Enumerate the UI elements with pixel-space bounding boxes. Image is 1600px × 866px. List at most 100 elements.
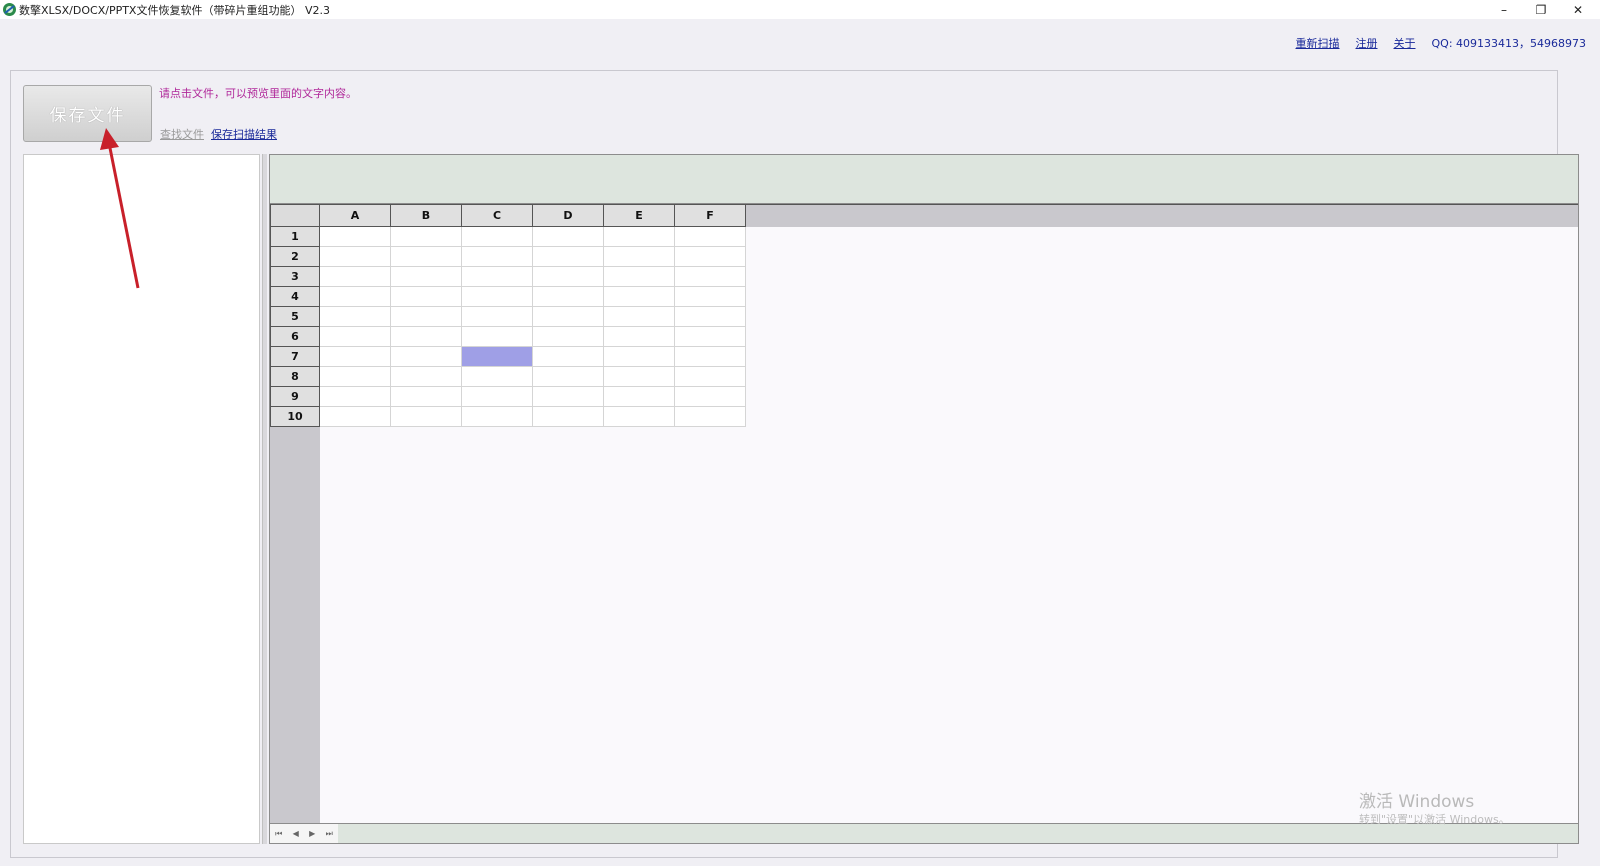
grid-cell-d5[interactable] (533, 307, 604, 327)
rescan-link[interactable]: 重新扫描 (1296, 35, 1340, 51)
grid-cell-a6[interactable] (320, 327, 391, 347)
activation-watermark-subtitle: 转到"设置"以激活 Windows。 (1359, 813, 1510, 826)
window-title: 数擎XLSX/DOCX/PPTX文件恢复软件（带碎片重组功能） V2.3 (19, 4, 330, 17)
grid-cell-b7[interactable] (391, 347, 462, 367)
hint-text: 请点击文件，可以预览里面的文字内容。 (159, 87, 357, 100)
grid-cell-c6[interactable] (462, 327, 533, 347)
grid-cell-b4[interactable] (391, 287, 462, 307)
grid-cell-a8[interactable] (320, 367, 391, 387)
grid-cell-e5[interactable] (604, 307, 675, 327)
grid-cell-d4[interactable] (533, 287, 604, 307)
app-icon (3, 3, 16, 16)
grid-cell-a2[interactable] (320, 247, 391, 267)
last-sheet-icon[interactable]: ⏭ (326, 829, 333, 839)
grid-cell-a5[interactable] (320, 307, 391, 327)
grid-cell-e1[interactable] (604, 227, 675, 247)
grid-cell-e2[interactable] (604, 247, 675, 267)
row-header-3[interactable]: 3 (270, 267, 320, 287)
grid-cell-b6[interactable] (391, 327, 462, 347)
preview-header (269, 154, 1579, 204)
prev-sheet-icon[interactable]: ◀ (293, 829, 299, 838)
grid-cell-c8[interactable] (462, 367, 533, 387)
row-header-4[interactable]: 4 (270, 287, 320, 307)
column-header-b[interactable]: B (391, 204, 462, 227)
row-header-5[interactable]: 5 (270, 307, 320, 327)
grid-cell-c4[interactable] (462, 287, 533, 307)
grid-cell-b5[interactable] (391, 307, 462, 327)
top-links: 重新扫描 注册 关于 QQ: 409133413，54968973 (1296, 35, 1587, 51)
grid-corner[interactable] (270, 204, 320, 227)
first-sheet-icon[interactable]: ⏮ (275, 829, 282, 839)
grid-cell-f7[interactable] (675, 347, 746, 367)
grid-cell-a9[interactable] (320, 387, 391, 407)
grid-cell-c7[interactable] (462, 347, 533, 367)
grid-cell-e4[interactable] (604, 287, 675, 307)
grid-cell-a4[interactable] (320, 287, 391, 307)
about-link[interactable]: 关于 (1394, 35, 1416, 51)
grid-cell-f4[interactable] (675, 287, 746, 307)
minimize-button[interactable]: – (1486, 0, 1522, 19)
grid-cell-c2[interactable] (462, 247, 533, 267)
row-header-2[interactable]: 2 (270, 247, 320, 267)
grid-cell-b2[interactable] (391, 247, 462, 267)
save-scan-results-link[interactable]: 保存扫描结果 (211, 126, 277, 142)
grid-cell-c3[interactable] (462, 267, 533, 287)
spreadsheet-grid[interactable]: A B C D E F 1 2 3 4 5 6 7 8 9 10 (269, 204, 1579, 823)
row-header-9[interactable]: 9 (270, 387, 320, 407)
grid-cell-f1[interactable] (675, 227, 746, 247)
close-button[interactable]: ✕ (1560, 0, 1596, 19)
grid-cell-d7[interactable] (533, 347, 604, 367)
grid-cell-f5[interactable] (675, 307, 746, 327)
grid-cell-e8[interactable] (604, 367, 675, 387)
row-header-7[interactable]: 7 (270, 347, 320, 367)
grid-cell-f2[interactable] (675, 247, 746, 267)
row-header-1[interactable]: 1 (270, 227, 320, 247)
row-header-10[interactable]: 10 (270, 407, 320, 427)
row-header-8[interactable]: 8 (270, 367, 320, 387)
grid-cell-b10[interactable] (391, 407, 462, 427)
panel-splitter[interactable] (262, 154, 267, 844)
grid-cell-e6[interactable] (604, 327, 675, 347)
grid-cell-f3[interactable] (675, 267, 746, 287)
grid-cell-f8[interactable] (675, 367, 746, 387)
find-file-link[interactable]: 查找文件 (160, 126, 204, 142)
grid-cell-f6[interactable] (675, 327, 746, 347)
grid-cell-b8[interactable] (391, 367, 462, 387)
file-list-panel[interactable] (23, 154, 260, 844)
grid-cell-d2[interactable] (533, 247, 604, 267)
grid-cell-b3[interactable] (391, 267, 462, 287)
grid-cell-c5[interactable] (462, 307, 533, 327)
grid-cell-f10[interactable] (675, 407, 746, 427)
column-header-f[interactable]: F (675, 204, 746, 227)
row-header-6[interactable]: 6 (270, 327, 320, 347)
grid-cell-b1[interactable] (391, 227, 462, 247)
grid-cell-a3[interactable] (320, 267, 391, 287)
grid-cell-e10[interactable] (604, 407, 675, 427)
grid-cell-d8[interactable] (533, 367, 604, 387)
grid-cell-c1[interactable] (462, 227, 533, 247)
grid-cell-d3[interactable] (533, 267, 604, 287)
column-header-e[interactable]: E (604, 204, 675, 227)
maximize-button[interactable]: ❐ (1523, 0, 1559, 19)
grid-cell-e9[interactable] (604, 387, 675, 407)
grid-cell-a1[interactable] (320, 227, 391, 247)
grid-cell-b9[interactable] (391, 387, 462, 407)
column-header-d[interactable]: D (533, 204, 604, 227)
grid-cell-a7[interactable] (320, 347, 391, 367)
next-sheet-icon[interactable]: ▶ (309, 829, 315, 838)
grid-cell-d10[interactable] (533, 407, 604, 427)
grid-cell-d1[interactable] (533, 227, 604, 247)
column-header-a[interactable]: A (320, 204, 391, 227)
grid-cell-d6[interactable] (533, 327, 604, 347)
save-file-button[interactable]: 保存文件 (23, 85, 152, 142)
grid-cell-e3[interactable] (604, 267, 675, 287)
register-link[interactable]: 注册 (1356, 35, 1378, 51)
grid-cell-d9[interactable] (533, 387, 604, 407)
grid-cell-c10[interactable] (462, 407, 533, 427)
grid-cell-e7[interactable] (604, 347, 675, 367)
grid-cell-f9[interactable] (675, 387, 746, 407)
grid-cell-a10[interactable] (320, 407, 391, 427)
grid-cell-c9[interactable] (462, 387, 533, 407)
activation-watermark-title: 激活 Windows (1359, 792, 1475, 812)
column-header-c[interactable]: C (462, 204, 533, 227)
